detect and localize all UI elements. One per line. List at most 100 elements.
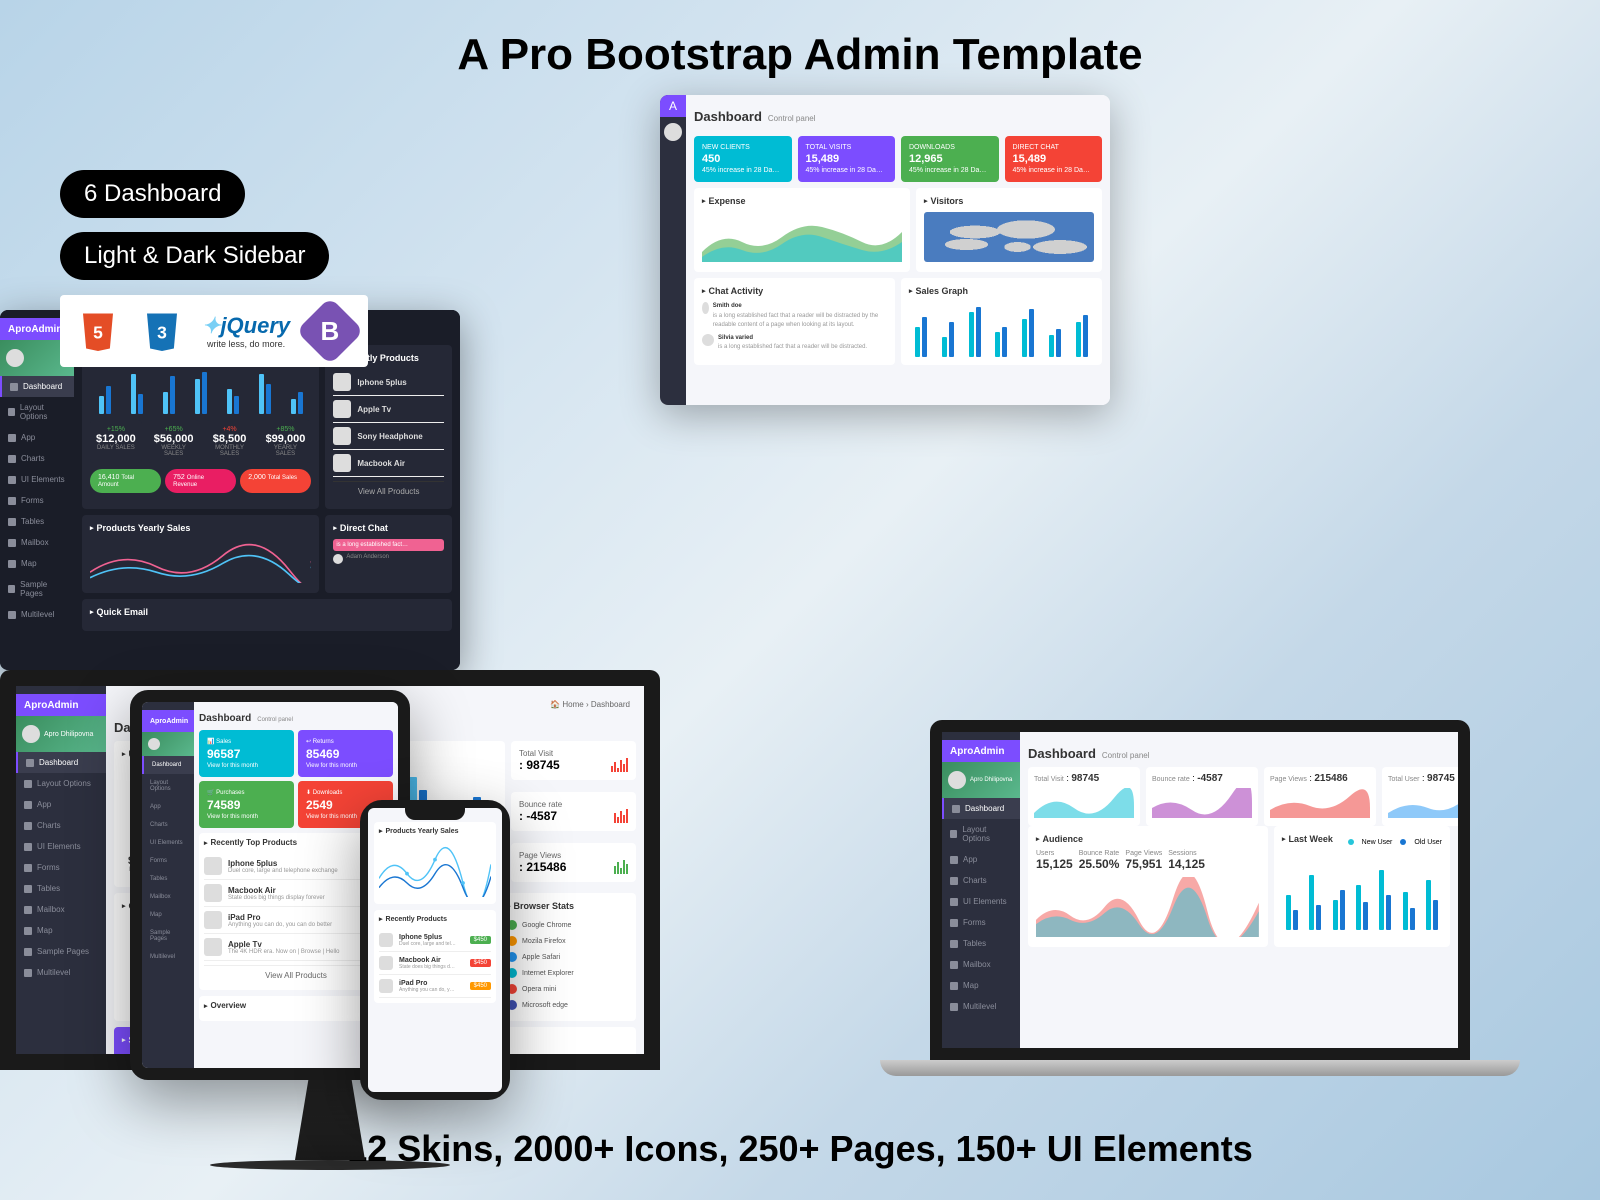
sidebar-item-map[interactable]: Map xyxy=(942,975,1020,996)
sidebar-item-dashboard[interactable]: Dashboard xyxy=(16,752,106,773)
browser-row: Internet Explorer xyxy=(507,965,628,981)
page-title: Dashboard xyxy=(1028,746,1096,761)
sidebar-item-charts[interactable]: Charts xyxy=(16,815,106,836)
sidebar-item-samples[interactable]: Sample Pages xyxy=(0,574,74,604)
page-title: Dashboard xyxy=(694,109,762,124)
sidebar-item-forms[interactable]: Forms xyxy=(942,912,1020,933)
sidebar-item-samples[interactable]: Sample Pages xyxy=(142,924,194,948)
sidebar-item-multilevel[interactable]: Multilevel xyxy=(942,996,1020,1017)
phone-device: Products Yearly Sales Recently Products … xyxy=(360,800,510,1100)
pill-card-sales[interactable]: 2,000 Total Sales xyxy=(240,469,311,493)
quick-email-panel: Quick Email xyxy=(82,599,452,631)
sidebar-item-multilevel[interactable]: Multilevel xyxy=(16,962,106,983)
sidebar-item-app[interactable]: App xyxy=(0,427,74,448)
expense-panel: Expense xyxy=(694,188,910,272)
tech-logos-row: 5 3 ✦jQuerywrite less, do more. B xyxy=(60,295,368,367)
bootstrap-icon: B xyxy=(296,297,364,365)
svg-text:5: 5 xyxy=(93,323,103,343)
sidebar-item-dashboard[interactable]: Dashboard xyxy=(942,798,1020,819)
laptop-device: AproAdmin Apro Dhilipovna Dashboard Layo… xyxy=(930,720,1520,1076)
total-visit-card: Total Visit: 98745 xyxy=(511,741,636,780)
sidebar-item-map[interactable]: Map xyxy=(16,920,106,941)
sidebar-item-multilevel[interactable]: Multilevel xyxy=(142,948,194,966)
sidebar-item-forms[interactable]: Forms xyxy=(142,852,194,870)
mini-sidebar: A xyxy=(660,95,686,405)
sidebar-item-mailbox[interactable]: Mailbox xyxy=(142,888,194,906)
sidebar-item-charts[interactable]: Charts xyxy=(0,448,74,469)
browser-row: Google Chrome xyxy=(507,917,628,933)
sidebar-item-app[interactable]: App xyxy=(942,849,1020,870)
sidebar-item-charts[interactable]: Charts xyxy=(142,816,194,834)
sidebar-item-multilevel[interactable]: Multilevel xyxy=(0,604,74,625)
stat-card-visits[interactable]: TOTAL VISITS15,48945% increase in 28 Da… xyxy=(798,136,896,182)
product-row[interactable]: iPad ProAnything you can do, y…$450 xyxy=(379,975,491,998)
sidebar-item-dashboard[interactable]: Dashboard xyxy=(0,376,74,397)
browser-row: Apple Safari xyxy=(507,949,628,965)
brand-logo[interactable]: AproAdmin xyxy=(942,740,1020,762)
view-all-button[interactable]: View All Products xyxy=(333,481,444,501)
sidebar-item-map[interactable]: Map xyxy=(142,906,194,924)
sidebar-item-mailbox[interactable]: Mailbox xyxy=(0,532,74,553)
sidebar-item-ui[interactable]: UI Elements xyxy=(0,469,74,490)
yearly-sales-panel: Products Yearly Sales xyxy=(82,515,319,593)
product-row[interactable]: Iphone 5plus xyxy=(333,369,444,396)
stat-card-chat[interactable]: DIRECT CHAT15,48945% increase in 28 Da… xyxy=(1005,136,1103,182)
browser-row: Mozila Firefox xyxy=(507,933,628,949)
lastweek-panel: Last WeekNew UserOld User xyxy=(1274,826,1450,947)
sales-card[interactable]: 📊 Sales96587View for this month xyxy=(199,730,294,777)
recent-products-panel: Recently Products Iphone 5plus Apple Tv … xyxy=(325,345,452,509)
sidebar-item-tables[interactable]: Tables xyxy=(0,511,74,532)
sidebar-item-charts[interactable]: Charts xyxy=(942,870,1020,891)
spark-bounce: Bounce rate : -4587 xyxy=(1146,767,1258,826)
sidebar-item-forms[interactable]: Forms xyxy=(16,857,106,878)
sidebar-item-ui[interactable]: UI Elements xyxy=(16,836,106,857)
sidebar-item-tables[interactable]: Tables xyxy=(142,870,194,888)
stat-card-clients[interactable]: NEW CLIENTS45045% increase in 28 Da… xyxy=(694,136,792,182)
brand-logo[interactable]: AproAdmin xyxy=(16,694,106,716)
product-row[interactable]: Macbook Air xyxy=(333,450,444,477)
sidebar-item-app[interactable]: App xyxy=(142,798,194,816)
recent-products-phone: Recently Products Iphone 5plusDuel core,… xyxy=(374,910,496,1003)
sidebar-item-ui[interactable]: UI Elements xyxy=(942,891,1020,912)
spark-pageviews: Page Views : 215486 xyxy=(1264,767,1376,826)
sidebar-item-ui[interactable]: UI Elements xyxy=(142,834,194,852)
sidebar-item-dashboard[interactable]: Dashboard xyxy=(142,756,194,774)
top-dashboard-preview: A DashboardControl panel NEW CLIENTS4504… xyxy=(660,95,1110,405)
browser-stats-panel: Browser Stats Google Chrome Mozila Firef… xyxy=(499,893,636,1021)
sidebar-item-mailbox[interactable]: Mailbox xyxy=(16,899,106,920)
sidebar-item-samples[interactable]: Sample Pages xyxy=(16,941,106,962)
sidebar-item-app[interactable]: App xyxy=(16,794,106,815)
brand-logo[interactable]: AproAdmin xyxy=(142,710,194,732)
product-row[interactable]: Iphone 5plusDuel core, large and tel…$45… xyxy=(379,929,491,952)
chat-panel: Chat Activity Smith doeis a long establi… xyxy=(694,278,895,365)
stat-card-downloads[interactable]: DOWNLOADS12,96545% increase in 28 Da… xyxy=(901,136,999,182)
sidebar-item-forms[interactable]: Forms xyxy=(0,490,74,511)
sidebar-item-layout[interactable]: Layout Options xyxy=(0,397,74,427)
jquery-logo: ✦jQuerywrite less, do more. xyxy=(202,313,290,349)
page-title: Dashboard xyxy=(199,713,251,724)
product-row[interactable]: Macbook AirState does big things d…$450 xyxy=(379,952,491,975)
sidebar-item-layout[interactable]: Layout Options xyxy=(16,773,106,794)
sidebar-modes-pill: Light & Dark Sidebar xyxy=(60,232,329,280)
returns-card[interactable]: ↩ Returns85469View for this month xyxy=(298,730,393,777)
pill-card-amount[interactable]: 16,410 Total Amount xyxy=(90,469,161,493)
sidebar-item-tables[interactable]: Tables xyxy=(942,933,1020,954)
direct-chat-panel: Direct Chat is a long established fact… … xyxy=(325,515,452,593)
sidebar-item-map[interactable]: Map xyxy=(0,553,74,574)
sidebar-item-layout[interactable]: Layout Options xyxy=(142,774,194,798)
bounce-card: Bounce rate: -4587 xyxy=(511,792,636,831)
features-heading: 12 Skins, 2000+ Icons, 250+ Pages, 150+ … xyxy=(347,1128,1253,1170)
product-row[interactable]: Apple Tv xyxy=(333,396,444,423)
sales-graph-panel: Sales Graph xyxy=(901,278,1102,365)
sidebar-item-mailbox[interactable]: Mailbox xyxy=(942,954,1020,975)
browser-row: Microsoft edge xyxy=(507,997,628,1013)
spark-users: Total User : 98745 xyxy=(1382,767,1458,826)
sidebar-item-layout[interactable]: Layout Options xyxy=(942,819,1020,849)
sidebar-item-tables[interactable]: Tables xyxy=(16,878,106,899)
product-row[interactable]: Sony Headphone xyxy=(333,423,444,450)
pill-card-revenue[interactable]: 752 Online Revenue xyxy=(165,469,236,493)
pageviews-card: Page Views: 215486 xyxy=(511,843,636,882)
sidebar: AproAdmin Dashboard Layout Options App C… xyxy=(142,702,194,1068)
user-stats-panel: User Statistics +15%$12,000DAILY SALES +… xyxy=(82,345,319,509)
purchases-card[interactable]: 🛒 Purchases74589View for this month xyxy=(199,781,294,828)
